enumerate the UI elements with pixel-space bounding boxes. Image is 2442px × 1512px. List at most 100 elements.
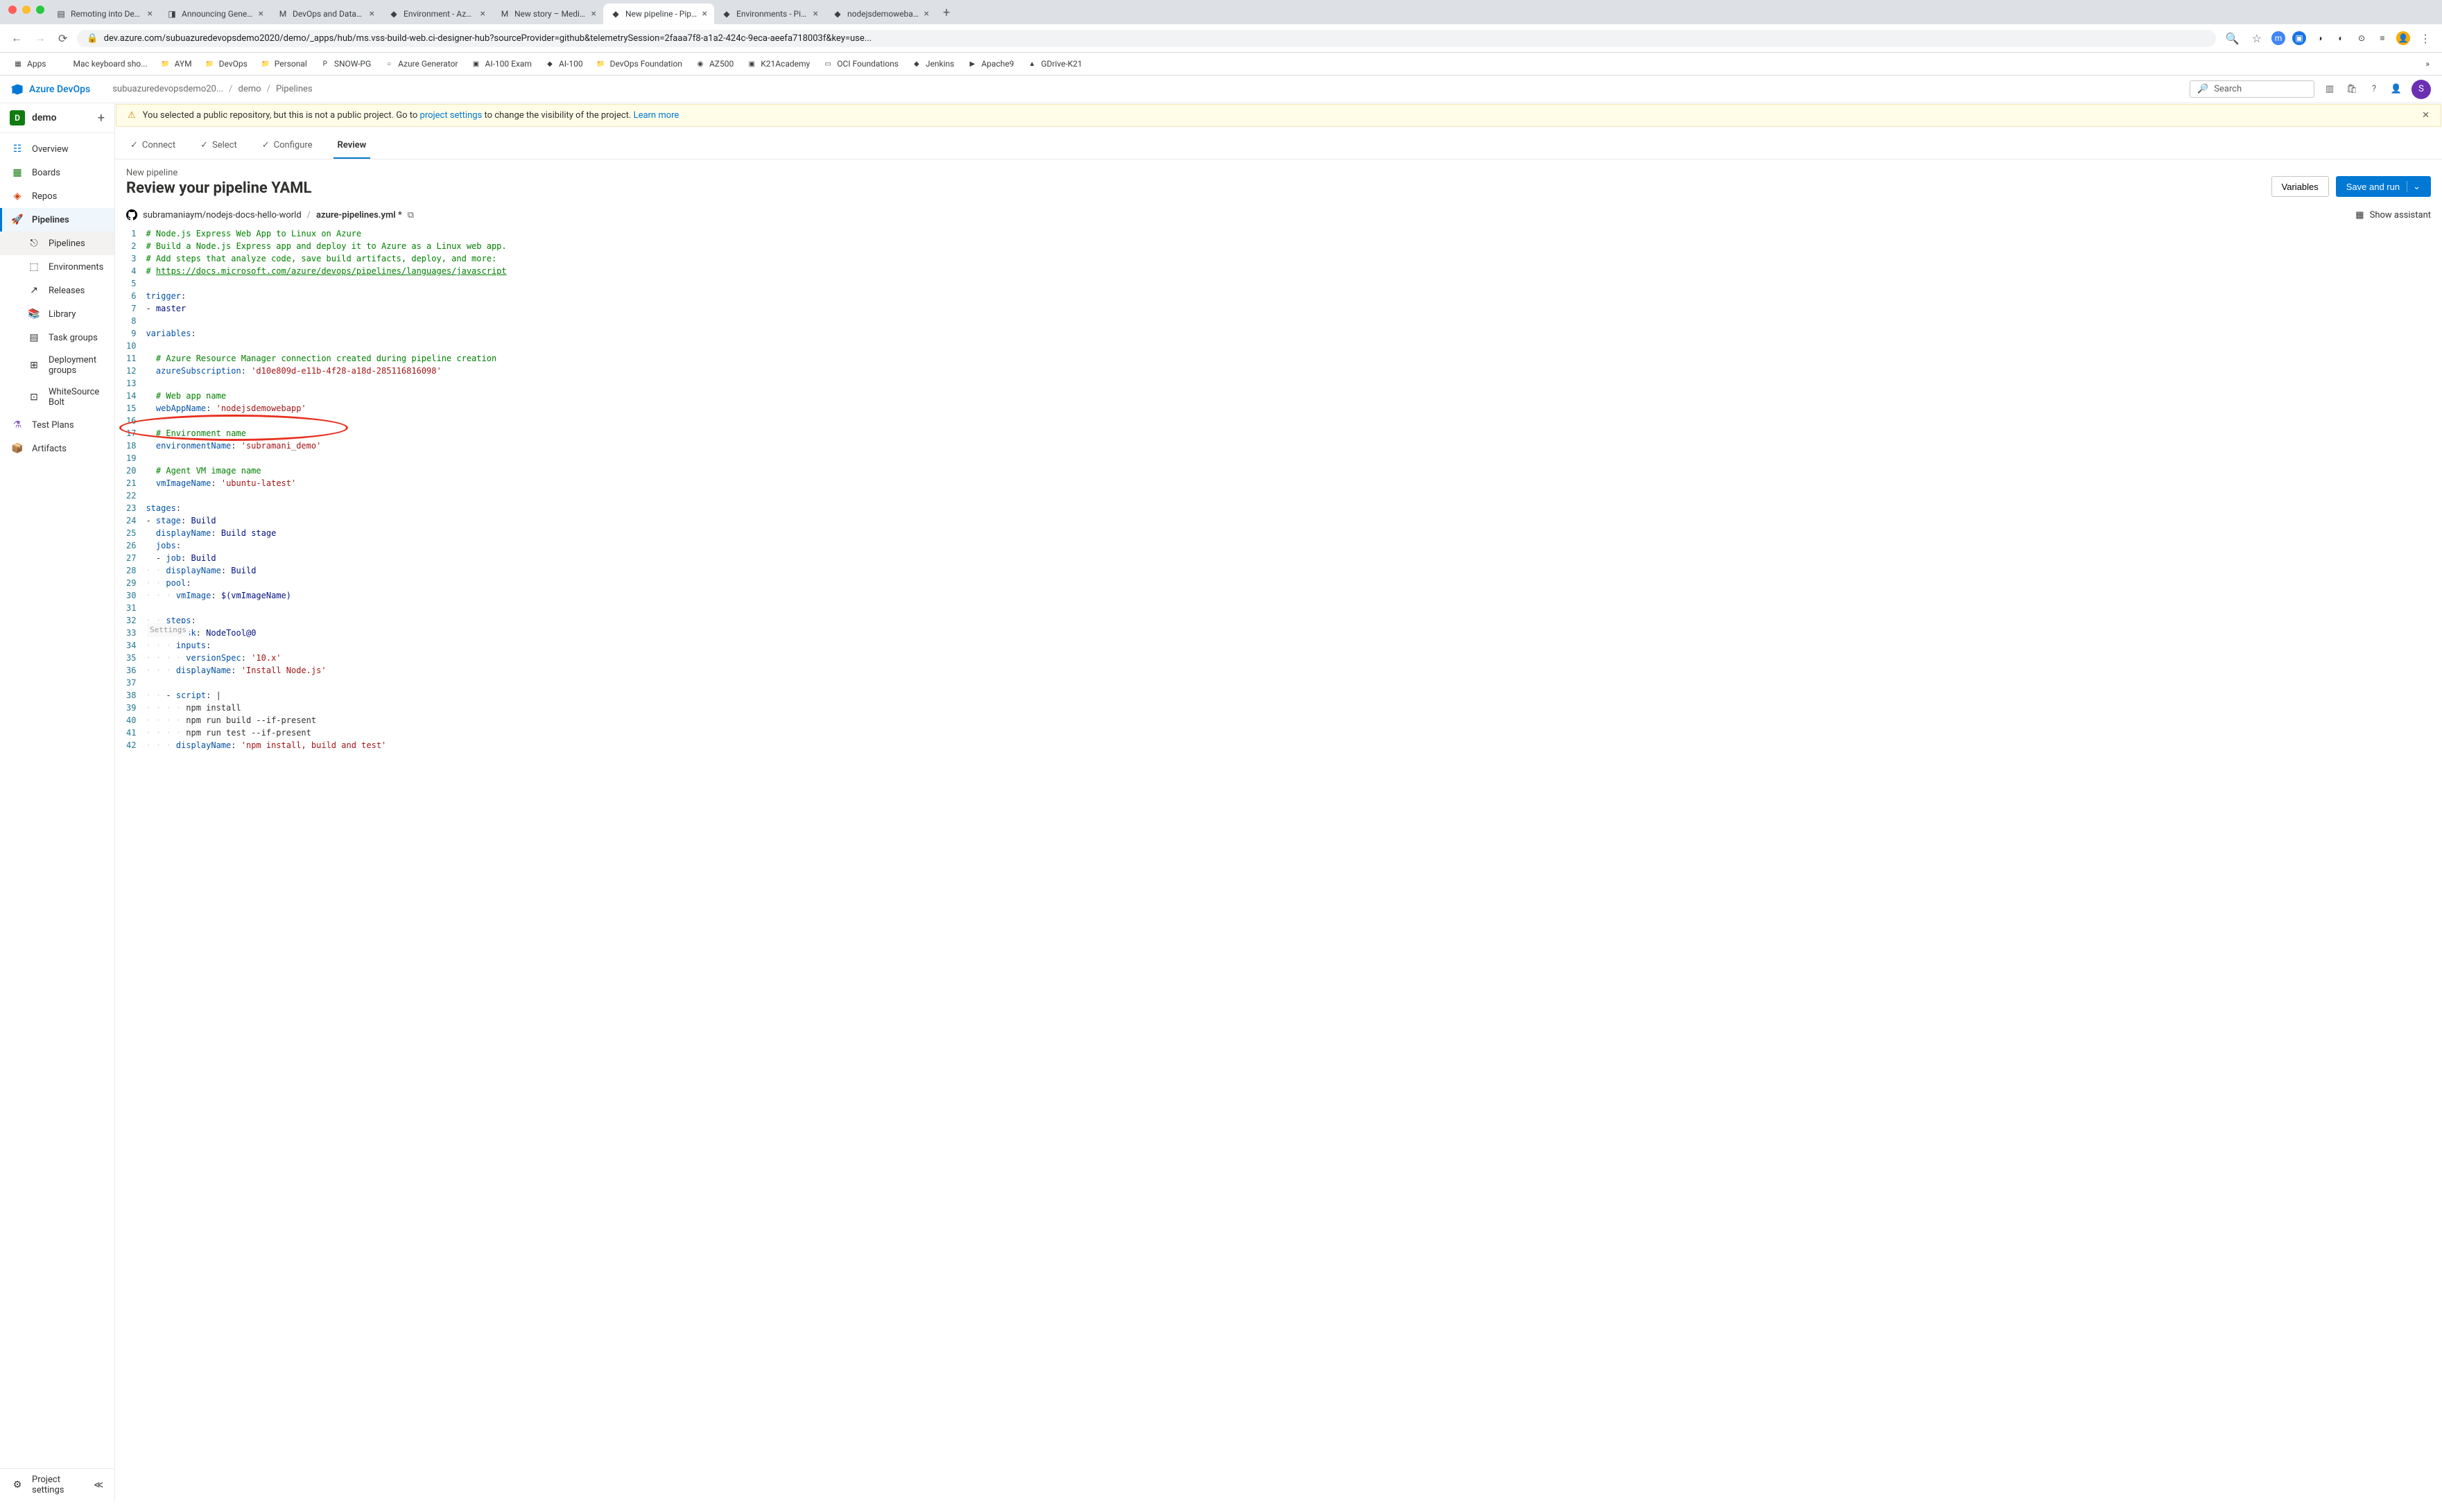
bookmark-item[interactable]: 📁DevOps <box>200 55 252 72</box>
save-and-run-button[interactable]: Save and run⌄ <box>2336 176 2431 197</box>
bookmark-icon: ▭ <box>822 58 833 69</box>
chevron-down-icon[interactable]: ⌄ <box>2407 181 2421 192</box>
tab-close-icon[interactable]: × <box>813 8 818 19</box>
sidebar-sub-deployment-groups[interactable]: ⊞Deployment groups <box>0 349 114 381</box>
bookmark-item[interactable]: 📁AYM <box>156 55 196 72</box>
mac-close-button[interactable] <box>8 6 17 14</box>
help-icon[interactable]: ? <box>2367 82 2381 96</box>
wizard-step-select[interactable]: ✓Select <box>196 133 241 159</box>
bookmark-item[interactable]: 📁DevOps Foundation <box>591 55 686 72</box>
ext-icon-4[interactable]: ◐ <box>2334 31 2348 45</box>
bookmark-item[interactable]: ▶Apache9 <box>962 55 1018 72</box>
bookmark-item[interactable]: ▭OCI Foundations <box>818 55 903 72</box>
browser-forward-button[interactable]: → <box>32 28 49 48</box>
wizard-step-configure[interactable]: ✓Configure <box>258 133 317 159</box>
bookmark-item[interactable]: ▦Apps <box>8 55 51 72</box>
settings-code-lens[interactable]: Settings <box>147 623 189 637</box>
project-settings-link-inline[interactable]: project settings <box>420 110 483 121</box>
browser-tab[interactable]: ▤Remoting into DevOps× <box>49 3 159 24</box>
breadcrumb-item[interactable]: demo <box>239 84 261 94</box>
browser-menu-button[interactable]: ⋮ <box>2417 29 2434 48</box>
wizard-step-connect[interactable]: ✓Connect <box>126 133 180 159</box>
azure-devops-logo[interactable]: Azure DevOps <box>11 83 90 96</box>
ext-icon-3[interactable]: ◑ <box>2313 31 2327 45</box>
sidebar-sub-task-groups[interactable]: ▤Task groups <box>0 326 114 349</box>
file-name[interactable]: azure-pipelines.yml * <box>316 210 402 220</box>
sidebar-item-overview[interactable]: ☷Overview <box>0 137 114 161</box>
browser-tab[interactable]: ◆Environment - Azure Pi× <box>381 3 492 24</box>
bookmark-item[interactable]: ◉AZ500 <box>691 55 738 72</box>
bookmark-item[interactable]: Mac keyboard sho... <box>55 55 152 72</box>
sidebar-item-boards[interactable]: ▦Boards <box>0 161 114 184</box>
breadcrumb-item[interactable]: subuazuredevopsdemo20... <box>112 84 223 94</box>
new-item-button[interactable]: + <box>98 111 105 125</box>
yaml-editor[interactable]: 1234567891011121314151617181920212223242… <box>126 227 2431 751</box>
profile-avatar-icon[interactable]: 👤 <box>2396 31 2410 45</box>
browser-reload-button[interactable]: ⟳ <box>55 29 70 48</box>
tab-close-icon[interactable]: × <box>148 8 153 19</box>
tab-close-icon[interactable]: × <box>591 8 596 19</box>
browser-tab[interactable]: ◆Environments - Pipeline× <box>714 3 825 24</box>
sidebar-sub-releases[interactable]: ↗Releases <box>0 279 114 302</box>
user-settings-icon[interactable]: 👤 <box>2389 82 2403 96</box>
variables-button[interactable]: Variables <box>2271 176 2329 197</box>
browser-tab[interactable]: ◆nodejsdemowebapp - × <box>825 3 936 24</box>
bookmark-item[interactable]: PSNOW-PG <box>315 55 375 72</box>
bookmark-item[interactable]: ◆Jenkins <box>907 55 958 72</box>
ext-icon-1[interactable]: m <box>2271 31 2285 45</box>
close-icon[interactable]: ✕ <box>2422 110 2430 121</box>
bookmarks-overflow[interactable]: » <box>2421 56 2434 71</box>
ext-icon-2[interactable]: ▣ <box>2292 31 2306 45</box>
ext-icon-5[interactable]: ⊙ <box>2355 31 2369 45</box>
sidebar-item-test-plans[interactable]: ⚗Test Plans <box>0 413 114 437</box>
project-header[interactable]: D demo + <box>0 103 114 133</box>
sidebar-item-artifacts[interactable]: 📦Artifacts <box>0 437 114 460</box>
show-assistant-button[interactable]: ▦ Show assistant <box>2355 210 2431 220</box>
tab-close-icon[interactable]: × <box>370 8 374 19</box>
new-tab-button[interactable]: + <box>936 1 957 24</box>
copy-icon[interactable]: ⧉ <box>408 210 414 220</box>
browser-url-input[interactable]: 🔒 dev.azure.com/subuazuredevopsdemo2020/… <box>77 30 2215 47</box>
project-settings-link[interactable]: ⚙ Project settings ≪ <box>0 1469 114 1501</box>
repo-path[interactable]: subramaniaym/nodejs-docs-hello-world <box>143 210 302 220</box>
mac-maximize-button[interactable] <box>36 6 44 14</box>
breadcrumb-item[interactable]: Pipelines <box>276 84 313 94</box>
sidebar-item-repos[interactable]: ◈Repos <box>0 184 114 208</box>
wizard-step-review[interactable]: Review <box>334 133 371 159</box>
shopping-bag-icon[interactable]: 🛍 <box>2345 82 2359 96</box>
tab-close-icon[interactable]: × <box>702 8 707 19</box>
mac-minimize-button[interactable] <box>22 6 31 14</box>
zoom-icon[interactable]: 🔍 <box>2223 29 2242 48</box>
bookmark-item[interactable]: ▲GDrive-K21 <box>1022 55 1086 72</box>
code-area[interactable]: # Node.js Express Web App to Linux on Az… <box>146 227 506 751</box>
ext-icon-6[interactable]: ≡ <box>2375 31 2389 45</box>
bookmark-item[interactable]: ▣K21Academy <box>742 55 814 72</box>
tab-close-icon[interactable]: × <box>924 8 929 19</box>
main-content: ⚠ You selected a public repository, but … <box>115 103 2442 1501</box>
bookmark-icon: ▣ <box>746 58 757 69</box>
sidebar-sub-library[interactable]: 📚Library <box>0 302 114 326</box>
browser-tab[interactable]: ◆New pipeline - Pipelines× <box>603 3 714 24</box>
marketplace-icon[interactable]: ▥ <box>2323 82 2337 96</box>
bookmark-item[interactable]: ○Azure Generator <box>379 55 462 72</box>
repos-icon: ◈ <box>11 190 24 202</box>
search-input[interactable]: 🔎 Search <box>2190 80 2314 98</box>
sidebar-sub-pipelines[interactable]: ⎋Pipelines <box>0 232 114 255</box>
project-icon: D <box>10 110 25 125</box>
star-icon[interactable]: ☆ <box>2249 29 2265 48</box>
sidebar-sub-environments[interactable]: ⬚Environments <box>0 255 114 279</box>
bookmark-item[interactable]: ▣AI-100 Exam <box>467 55 536 72</box>
browser-tab[interactable]: MNew story – Medium× <box>492 3 603 24</box>
bookmark-item[interactable]: 📁Personal <box>256 55 311 72</box>
sidebar-item-pipelines[interactable]: 🚀Pipelines <box>0 208 114 232</box>
collapse-icon[interactable]: ≪ <box>94 1480 103 1491</box>
sidebar-sub-whitesource-bolt[interactable]: ⊡WhiteSource Bolt <box>0 381 114 413</box>
tab-close-icon[interactable]: × <box>259 8 263 19</box>
bookmark-item[interactable]: ◆AI-100 <box>540 55 587 72</box>
browser-tab[interactable]: ◨Announcing General Av× <box>159 3 270 24</box>
tab-close-icon[interactable]: × <box>480 8 485 19</box>
browser-back-button[interactable]: ← <box>8 28 25 48</box>
avatar[interactable]: S <box>2411 80 2431 99</box>
learn-more-link[interactable]: Learn more <box>634 110 679 121</box>
browser-tab[interactable]: MDevOps and Databases× <box>270 3 381 24</box>
